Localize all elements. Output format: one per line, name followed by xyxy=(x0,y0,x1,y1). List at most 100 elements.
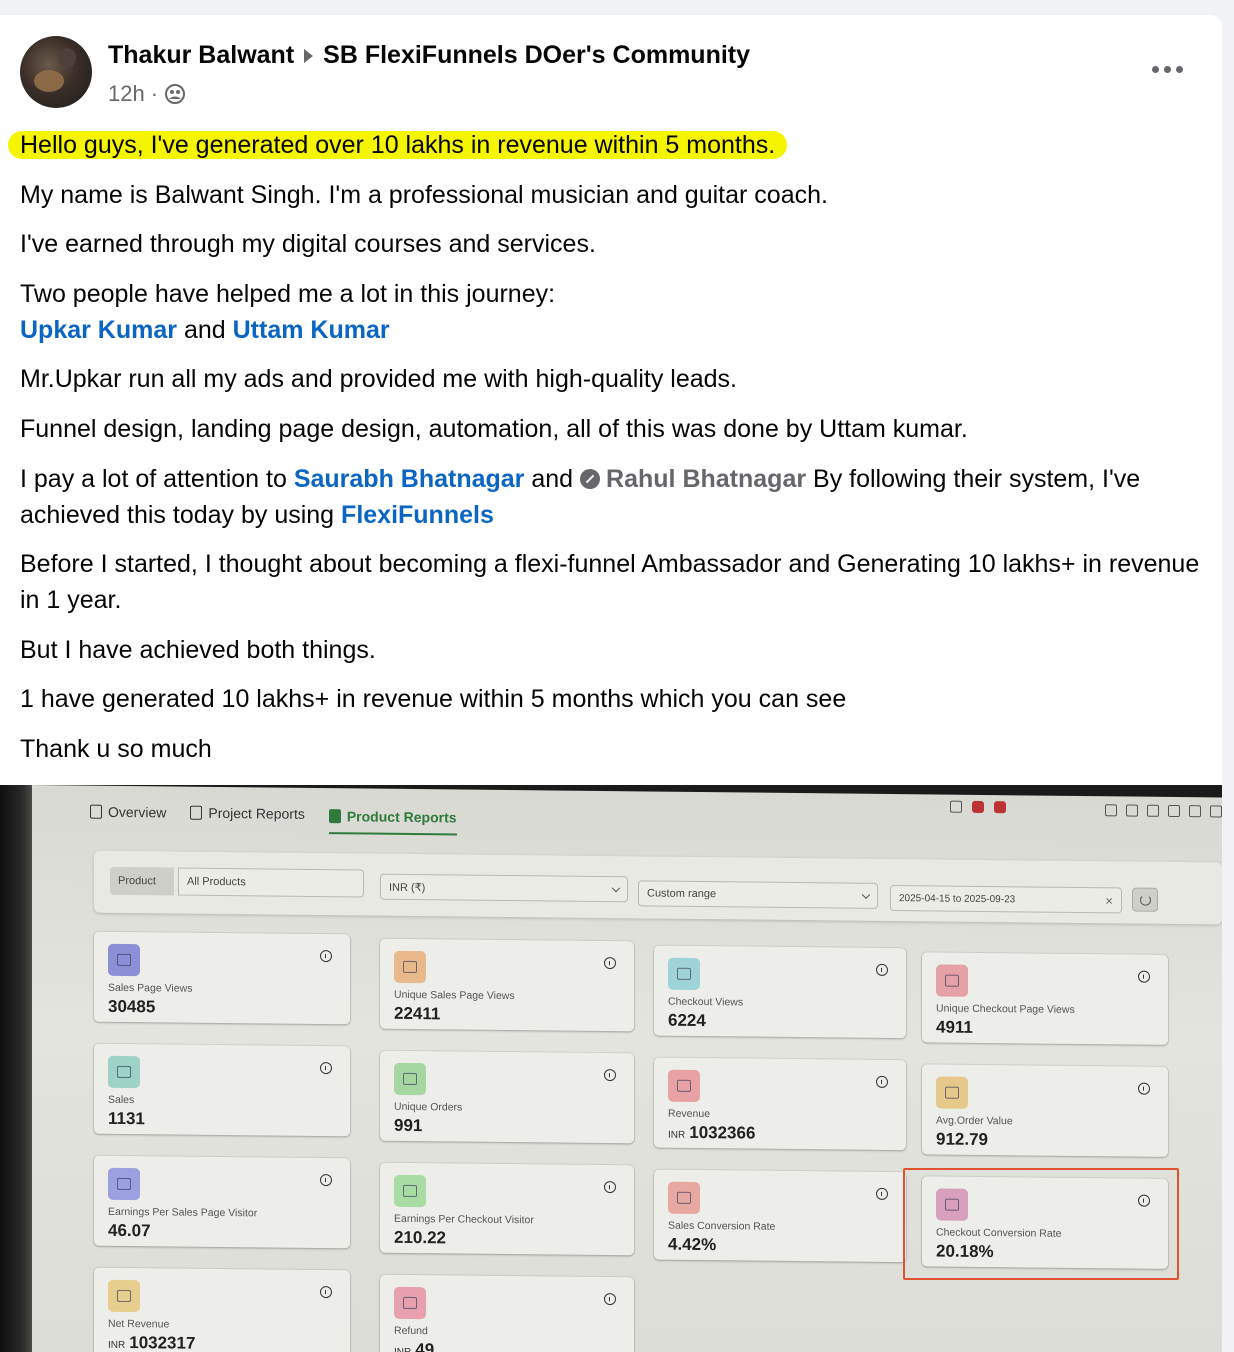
metric-value: 30485 xyxy=(108,996,156,1017)
post-text: and xyxy=(531,464,574,493)
date-range-input[interactable]: 2025-04-15 to 2025-09-23 × xyxy=(890,885,1122,914)
extensions-icon[interactable] xyxy=(1168,804,1180,818)
vpn-icon[interactable] xyxy=(1189,805,1201,818)
clear-icon[interactable]: × xyxy=(1105,893,1113,908)
post-text: and xyxy=(183,315,226,344)
product-value: All Products xyxy=(187,875,246,889)
info-icon[interactable] xyxy=(320,1062,332,1075)
date-range-value: 2025-04-15 to 2025-09-23 xyxy=(899,892,1016,905)
bag-icon xyxy=(936,1076,968,1109)
post-time[interactable]: 12h xyxy=(108,81,145,107)
metric-currency: INR xyxy=(668,1129,686,1141)
mention-flexifunnels[interactable]: FlexiFunnels xyxy=(341,501,494,529)
tab-product-reports[interactable]: Product Reports xyxy=(328,808,457,836)
triangle-right-icon xyxy=(304,48,314,63)
sidebar-icon[interactable] xyxy=(1126,804,1138,817)
metric-label: Avg.Order Value xyxy=(936,1114,1013,1128)
user-icon xyxy=(394,950,426,984)
metric-card: Revenue INR 1032366 xyxy=(654,1057,906,1151)
info-icon[interactable] xyxy=(1138,970,1150,983)
post-text: Two people have helped me a lot in this … xyxy=(20,279,556,308)
info-icon[interactable] xyxy=(876,963,888,976)
range-value: Custom range xyxy=(647,887,717,901)
currency-select[interactable]: INR (₹) xyxy=(380,873,628,903)
metric-value: 46.07 xyxy=(108,1220,151,1241)
post-paragraph: Thank u so much xyxy=(20,734,212,763)
info-icon[interactable] xyxy=(604,1069,616,1082)
post-card: Thakur Balwant SB FlexiFunnels DOer's Co… xyxy=(0,15,1222,1352)
tab-label: Product Reports xyxy=(346,808,457,826)
metric-card: Sales Page Views 30485 xyxy=(94,931,350,1025)
line-chart-icon xyxy=(108,1279,140,1313)
author-avatar[interactable] xyxy=(20,36,92,108)
chart-icon xyxy=(936,964,968,997)
chevron-down-icon xyxy=(611,883,621,893)
mention-rahul[interactable]: Rahul Bhatnagar xyxy=(606,465,806,493)
metric-value: INR 1032366 xyxy=(668,1122,756,1143)
metric-card: Sales Conversion Rate 4.42% xyxy=(654,1169,906,1263)
post-paragraph: Mr.Upkar run all my ads and provided me … xyxy=(20,365,738,394)
mention-saurabh[interactable]: Saurabh Bhatnagar xyxy=(294,465,525,493)
post-paragraph: Two people have helped me a lot in this … xyxy=(20,276,1210,348)
info-icon[interactable] xyxy=(320,1286,332,1299)
metric-value: INR49 xyxy=(394,1340,434,1352)
metric-label: Net Revenue xyxy=(108,1317,170,1331)
author-name[interactable]: Thakur Balwant xyxy=(108,41,294,70)
info-icon[interactable] xyxy=(876,1075,888,1088)
info-icon[interactable] xyxy=(604,957,616,970)
metric-card: Unique Checkout Page Views 4911 xyxy=(922,952,1168,1045)
post-paragraph: Funnel design, landing page design, auto… xyxy=(20,414,968,443)
metric-value: 210.22 xyxy=(394,1227,446,1248)
info-icon[interactable] xyxy=(604,1181,616,1194)
filter-bar: Product All Products INR (₹) Custom rang… xyxy=(94,850,1222,925)
tab-overview[interactable]: Overview xyxy=(90,800,166,833)
metrics-grid: Sales Page Views 30485 Unique Sales Page V… xyxy=(30,785,1222,1352)
refresh-button[interactable] xyxy=(1132,887,1158,912)
post-photo[interactable]: Overview Project Reports Product Reports… xyxy=(0,785,1222,1352)
metric-label: Earnings Per Sales Page Visitor xyxy=(108,1205,258,1220)
metric-value: 912.79 xyxy=(936,1129,988,1150)
metric-label: Revenue xyxy=(668,1107,711,1121)
basket-icon xyxy=(668,957,700,991)
mention-uttam[interactable]: Uttam Kumar xyxy=(233,316,390,344)
metric-label: Sales Page Views xyxy=(108,981,193,995)
post-body: Hello guys, I've generated over 10 lakhs… xyxy=(8,127,1210,781)
more-options-icon[interactable] xyxy=(1152,63,1186,75)
document-icon xyxy=(90,804,102,819)
metric-value: 6224 xyxy=(668,1010,706,1031)
metric-value: INR 1032317 xyxy=(108,1333,196,1352)
wallet-icon[interactable] xyxy=(1147,804,1159,817)
alert-icon[interactable] xyxy=(994,801,1006,814)
wallet-icon xyxy=(668,1069,700,1103)
metric-label: Unique Orders xyxy=(394,1100,463,1114)
verified-badge-icon xyxy=(580,468,601,489)
group-name[interactable]: SB FlexiFunnels DOer's Community xyxy=(323,41,750,70)
product-label: Product xyxy=(118,874,156,888)
post-text: I pay a lot of attention to xyxy=(20,464,287,493)
info-icon[interactable] xyxy=(1138,1082,1150,1095)
report-icon xyxy=(190,805,203,820)
highlight-box xyxy=(903,1168,1179,1280)
group-audience-icon xyxy=(165,84,186,104)
post-header: Thakur Balwant SB FlexiFunnels DOer's Co… xyxy=(108,41,750,70)
product-dropdown[interactable]: Product xyxy=(110,866,174,896)
metric-card: Checkout Views 6224 xyxy=(654,945,906,1039)
mention-upkar[interactable]: Upkar Kumar xyxy=(20,316,177,344)
zoom-icon[interactable] xyxy=(1105,804,1117,817)
brave-shield-icon[interactable] xyxy=(972,800,984,813)
tab-project-reports[interactable]: Project Reports xyxy=(190,801,305,834)
share-icon[interactable] xyxy=(950,800,962,813)
metric-label: Unique Sales Page Views xyxy=(394,988,515,1003)
metric-card: Sales 1131 xyxy=(94,1043,350,1137)
info-icon[interactable] xyxy=(320,950,332,963)
post-paragraph: Before I started, I thought about becomi… xyxy=(20,550,1200,615)
metric-value: 991 xyxy=(394,1115,423,1136)
info-icon[interactable] xyxy=(604,1293,616,1306)
sales-icon xyxy=(668,1181,700,1215)
product-select[interactable]: All Products xyxy=(178,867,364,898)
info-icon[interactable] xyxy=(320,1174,332,1187)
metric-currency: INR xyxy=(108,1339,126,1351)
range-select[interactable]: Custom range xyxy=(638,880,878,909)
info-icon[interactable] xyxy=(876,1187,888,1200)
menu-icon[interactable] xyxy=(1210,805,1222,818)
